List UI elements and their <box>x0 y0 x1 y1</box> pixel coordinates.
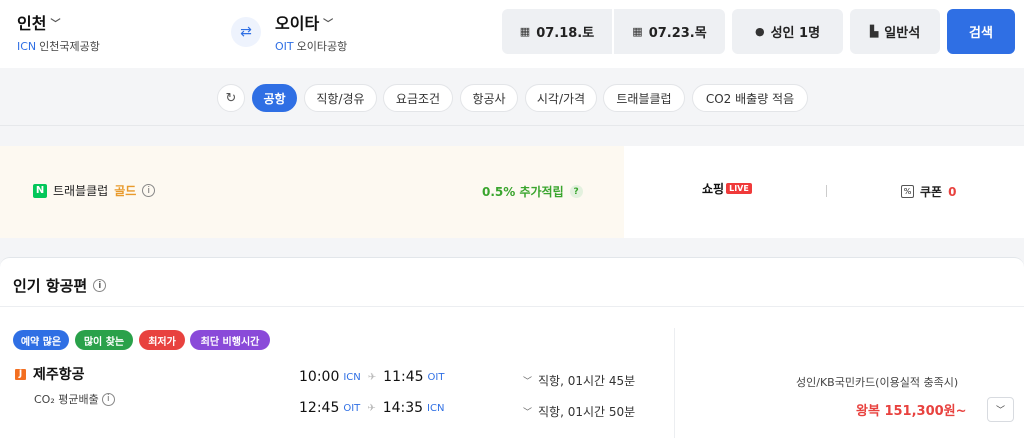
filter-chip-direct[interactable]: 직항/경유 <box>304 84 377 112</box>
plane-icon: ✈ <box>367 402 376 414</box>
travel-club-banner[interactable]: N 트래블클럽 골드 i 0.5% 추가적립 ? <box>0 146 624 238</box>
divider <box>0 306 1024 307</box>
tag-most-searched: 많이 찾는 <box>75 330 133 350</box>
coupon-count: 0 <box>948 184 957 199</box>
divider <box>674 328 675 438</box>
info-icon[interactable]: i <box>142 184 156 197</box>
accrual-text: 0.5% 추가적립 <box>482 185 564 199</box>
tag-shortest-flight: 최단 비행시간 <box>190 330 270 350</box>
arrive-time: 14:35 <box>382 400 424 416</box>
flight-search-page: 인천 ﹀ ICN 인천국제공항 ⇄ 오이타 ﹀ OIT 오이타공항 ▦ 07.18.토 … <box>0 0 1024 438</box>
airline-label: 제주항공 <box>33 367 85 383</box>
cabin-button[interactable]: ▙ 일반석 <box>850 9 940 54</box>
shopping-live-link[interactable]: 쇼핑 LIVE <box>702 180 752 197</box>
divider <box>826 185 827 197</box>
depart-date-button[interactable]: ▦ 07.18.토 <box>502 9 612 54</box>
coupon-link[interactable]: % 쿠폰 0 <box>901 183 956 200</box>
co2-indicator: CO₂ 평균배출 i <box>34 391 115 407</box>
depart-time: 10:00 <box>299 369 340 385</box>
chevron-down-icon: ﹀ <box>523 377 533 387</box>
filter-chip-airline[interactable]: 항공사 <box>460 84 518 112</box>
search-button[interactable]: 검색 <box>947 9 1015 54</box>
return-date-button[interactable]: ▦ 07.23.목 <box>614 9 725 54</box>
club-tier: 골드 <box>114 184 137 198</box>
airline-logo-icon: J <box>15 368 26 380</box>
chevron-down-icon: ﹀ <box>995 406 1005 416</box>
chevron-down-icon: ﹀ <box>50 18 61 30</box>
destination-city: 오이타 <box>275 14 320 33</box>
coupon-label: 쿠폰 <box>920 185 943 199</box>
airline-name: J 제주항공 <box>15 364 85 384</box>
depart-time: 12:45 <box>299 400 340 416</box>
filter-chip-fare[interactable]: 요금조건 <box>383 84 453 112</box>
return-date: 07.23.목 <box>648 26 707 41</box>
duration-text: 직항, 01시간 50분 <box>538 405 636 419</box>
live-badge: LIVE <box>726 183 752 194</box>
arrive-code: OIT <box>427 371 445 383</box>
card-discount-note: 성인/KB국민카드(이용실적 충족시) <box>796 376 959 389</box>
duration-text: 직항, 01시간 45분 <box>538 374 636 388</box>
tag-most-booked: 예약 많은 <box>13 330 69 350</box>
passengers: 성인 1명 <box>770 26 821 41</box>
arrive-time: 11:45 <box>383 369 424 385</box>
popular-flights-panel: 인기 항공편 i 예약 많은 많이 찾는 최저가 최단 비행시간 J 제주항공 … <box>0 257 1024 438</box>
tag-lowest-price: 최저가 <box>139 330 185 350</box>
seat-icon: ▙ <box>869 25 879 38</box>
shopping-coupon-banner: 쇼핑 LIVE % 쿠폰 0 <box>624 146 1024 238</box>
origin-selector[interactable]: 인천 ﹀ ICN 인천국제공항 <box>17 10 100 54</box>
price[interactable]: 왕복 151,300원~ <box>856 400 967 419</box>
calendar-icon: ▦ <box>632 25 643 38</box>
swap-arrows-icon[interactable]: ⇄ <box>231 17 261 47</box>
co2-label: CO₂ 평균배출 <box>34 393 99 406</box>
cabin: 일반석 <box>884 26 921 41</box>
filter-chip-airport[interactable]: 공항 <box>252 84 297 112</box>
calendar-icon: ▦ <box>519 25 531 38</box>
destination-code: OIT <box>275 40 294 53</box>
info-icon[interactable]: i <box>101 392 115 406</box>
club-label: 트래블클럽 <box>53 184 109 198</box>
chevron-down-icon: ﹀ <box>523 408 533 418</box>
origin-airport: 인천국제공항 <box>39 40 100 53</box>
shopping-label: 쇼핑 <box>702 182 725 196</box>
arrive-code: ICN <box>427 402 445 414</box>
origin-city: 인천 <box>17 14 47 33</box>
info-icon[interactable]: i <box>93 279 107 292</box>
chevron-down-icon: ﹀ <box>323 18 334 30</box>
refresh-icon[interactable]: ↻ <box>217 84 245 112</box>
naver-badge-icon: N <box>33 183 47 198</box>
inbound-duration[interactable]: ﹀ 직항, 01시간 50분 <box>523 403 635 420</box>
person-icon: ● <box>754 25 765 38</box>
inbound-leg[interactable]: 12:45 OIT ✈ 14:35 ICN <box>299 400 444 416</box>
coupon-icon: % <box>901 185 914 198</box>
depart-date: 07.18.토 <box>536 26 595 41</box>
outbound-leg[interactable]: 10:00 ICN ✈ 11:45 OIT <box>299 369 444 385</box>
filter-chip-time-price[interactable]: 시각/가격 <box>525 84 597 112</box>
destination-airport: 오이타공항 <box>296 40 348 53</box>
help-icon[interactable]: ? <box>569 185 583 198</box>
depart-code: OIT <box>343 402 361 414</box>
expand-button[interactable]: ﹀ <box>987 397 1014 422</box>
filter-chip-co2[interactable]: CO2 배출량 적음 <box>692 84 808 112</box>
passengers-button[interactable]: ● 성인 1명 <box>732 9 843 54</box>
panel-title: 인기 항공편 <box>13 277 88 295</box>
search-header: 인천 ﹀ ICN 인천국제공항 ⇄ 오이타 ﹀ OIT 오이타공항 ▦ 07.18.토 … <box>0 0 1024 68</box>
filter-bar: ↻ 공항 직항/경유 요금조건 항공사 시각/가격 트래블클럽 CO2 배출량 … <box>0 70 1024 126</box>
outbound-duration[interactable]: ﹀ 직항, 01시간 45분 <box>523 372 635 389</box>
origin-code: ICN <box>17 40 37 53</box>
destination-selector[interactable]: 오이타 ﹀ OIT 오이타공항 <box>275 10 347 54</box>
filter-chip-travel-club[interactable]: 트래블클럽 <box>603 84 685 112</box>
plane-icon: ✈ <box>367 371 377 383</box>
depart-code: ICN <box>343 371 361 383</box>
